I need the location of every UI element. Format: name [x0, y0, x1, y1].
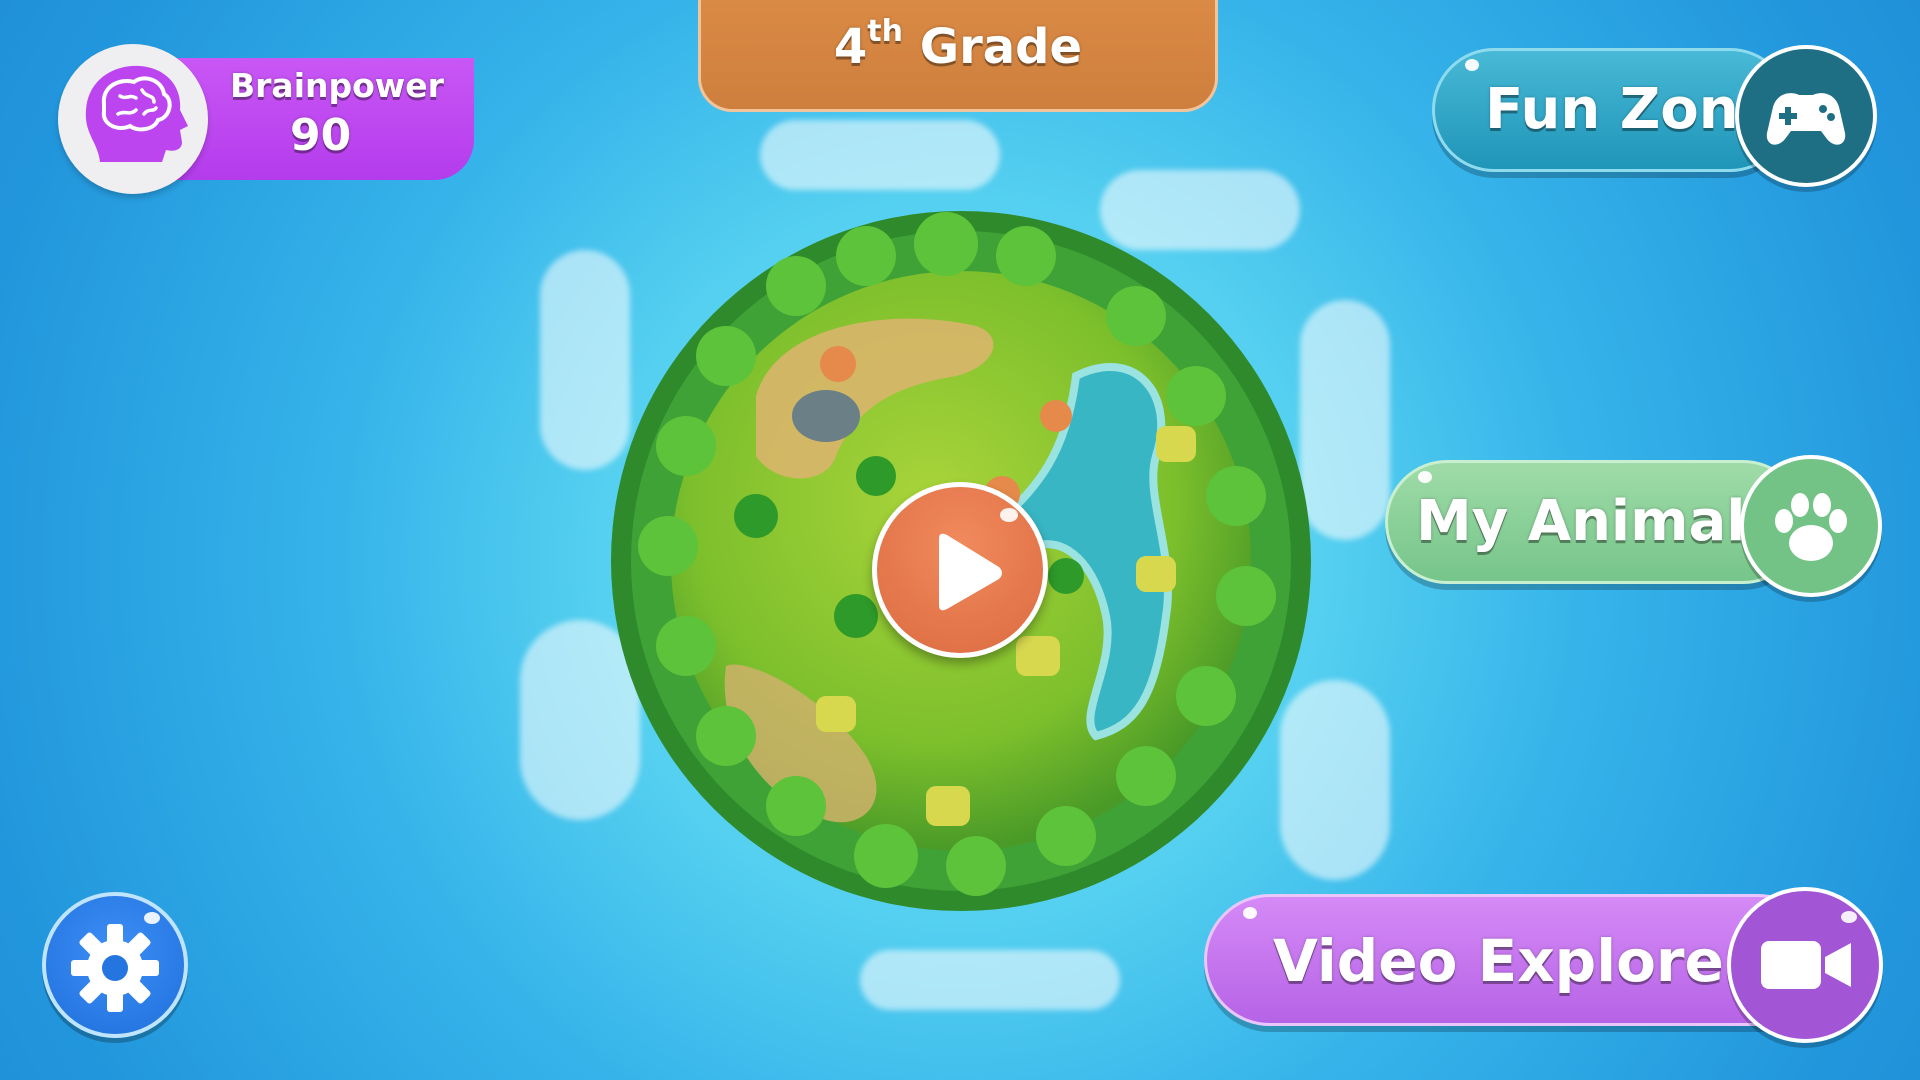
video-explorer-icon-badge: [1727, 887, 1883, 1043]
paw-icon: [1775, 493, 1847, 561]
brainpower-value: 90: [290, 110, 352, 161]
my-animals-button[interactable]: My Animals: [1385, 455, 1882, 597]
cloud: [760, 120, 1000, 190]
brain-head-icon: [85, 65, 188, 162]
cloud: [860, 950, 1120, 1010]
play-button[interactable]: [872, 482, 1048, 658]
gamepad-icon: [1766, 93, 1846, 145]
video-explorer-button[interactable]: Video Explorer: [1204, 887, 1883, 1043]
brainpower-label: Brainpower: [230, 66, 444, 105]
gear-icon: [71, 912, 160, 1012]
settings-button[interactable]: [42, 892, 188, 1038]
my-animals-icon-badge: [1740, 455, 1882, 597]
grade-word: Grade: [919, 19, 1083, 75]
shine: [1243, 907, 1257, 919]
brainpower-avatar: [58, 44, 208, 194]
shine: [1418, 471, 1432, 483]
fun-zone-icon-badge: [1735, 45, 1877, 187]
fun-zone-label: Fun Zone: [1485, 77, 1777, 142]
grade-tab[interactable]: 4th Grade: [698, 0, 1218, 112]
grade-title: 4th Grade: [834, 14, 1082, 75]
my-animals-label: My Animals: [1416, 489, 1779, 554]
video-camera-icon: [1761, 911, 1857, 989]
video-explorer-label: Video Explorer: [1273, 927, 1753, 995]
fun-zone-button[interactable]: Fun Zone: [1432, 45, 1877, 187]
grade-number: 4: [833, 19, 868, 75]
shine: [1465, 59, 1479, 71]
grade-suffix: th: [867, 14, 903, 49]
play-icon: [939, 508, 1018, 611]
